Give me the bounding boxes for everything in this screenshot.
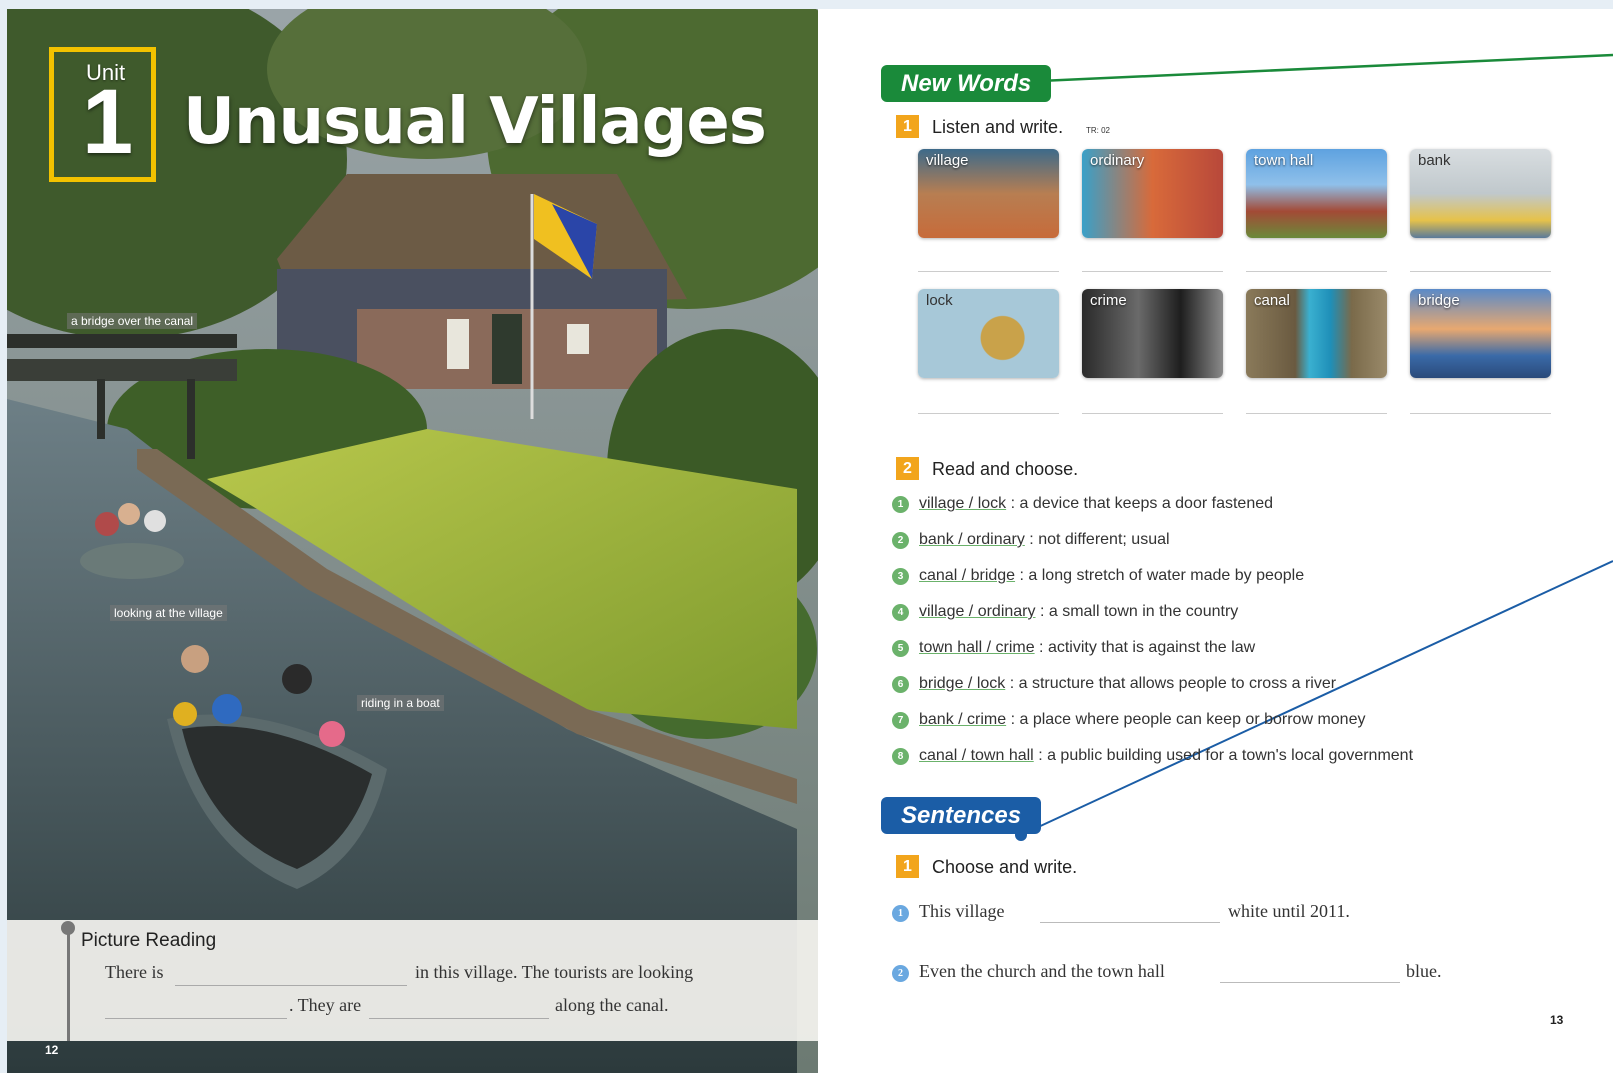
task2-title: Read and choose. [932,459,1079,479]
number-bullet-icon: 4 [892,604,909,621]
word-choice[interactable]: canal / town hall [919,747,1034,764]
thumb-label-crime: crime [1090,292,1127,309]
write-line-7[interactable] [1246,413,1387,414]
sentence-blank-1[interactable] [1040,922,1220,923]
write-line-4[interactable] [1410,271,1551,272]
word-choice[interactable]: village / ordinary [919,603,1036,620]
number-bullet-icon: 6 [892,676,909,693]
bank-photo-icon: bank [1410,149,1551,238]
thumb-label-ordinary: ordinary [1090,152,1145,169]
village-photo-icon: village [918,149,1059,238]
reading-blank-2[interactable] [105,1018,287,1019]
definition-text: : a structure that allows people to cros… [1009,675,1337,692]
task1-number: 1 [896,115,919,138]
write-line-2[interactable] [1082,271,1223,272]
page-number-left: 12 [45,1043,59,1057]
number-bullet-icon: 3 [892,568,909,585]
thumb-label-town-hall: town hall [1254,152,1314,169]
photo-label-bridge: a bridge over the canal [67,313,198,329]
number-bullet-icon: 2 [892,532,909,549]
reading-line1-end: in this village. The tourists are lookin… [415,962,694,982]
definition-item: 4 village / ordinary : a small town in th… [892,603,1238,621]
canal-photo-icon: canal [1246,289,1387,378]
right-page: New Words 1 Listen and write. TR: 02 vil… [818,9,1613,1073]
unit-title: Unusual Villages [183,85,767,159]
sentence-start: Even the church and the town hall [919,961,1165,981]
reading-line2-start: . They are [289,995,362,1015]
number-bullet-icon: 8 [892,748,909,765]
thumb-label-village: village [926,152,969,169]
number-bullet-icon: 2 [892,965,909,982]
word-choice[interactable]: bank / crime [919,711,1006,728]
reading-dot-icon [61,921,75,935]
sentence-blank-2[interactable] [1220,982,1400,983]
sentence-item: 1 This village [892,901,1004,922]
sentences-header: Sentences [881,797,1042,834]
number-bullet-icon: 5 [892,640,909,657]
definition-item: 7 bank / crime : a place where people can… [892,711,1365,729]
definition-item: 1 village / lock : a device that keeps a … [892,495,1273,513]
task3-title: Choose and write. [932,857,1078,877]
task2-number: 2 [896,457,919,480]
definition-item: 8 canal / town hall : a public building u… [892,747,1413,765]
definition-text: : activity that is against the law [1039,639,1256,656]
definition-text: : a small town in the country [1039,603,1239,620]
definition-text: : a long stretch of water made by people [1019,567,1305,584]
building-photo-icon: town hall [1246,149,1387,238]
picture-reading-title: Picture Reading [81,930,217,951]
thumb-label-lock: lock [926,292,953,309]
reading-line2-end: along the canal. [555,995,669,1015]
page-number-right: 13 [1550,1013,1564,1027]
word-choice[interactable]: village / lock [919,495,1006,512]
definition-item: 6 bridge / lock : a structure that allows… [892,675,1336,693]
number-bullet-icon: 1 [892,905,909,922]
number-bullet-icon: 7 [892,712,909,729]
photo-label-boat: riding in a boat [357,695,444,711]
padlock-photo-icon: lock [918,289,1059,378]
sentence-end: white until 2011. [1228,901,1350,921]
number-bullet-icon: 1 [892,496,909,513]
reading-rule [67,927,70,1041]
word-choice[interactable]: bank / ordinary [919,531,1025,548]
write-line-1[interactable] [918,271,1059,272]
sentence-end: blue. [1406,961,1442,981]
reading-line1-start: There is [105,962,164,982]
definition-text: : a device that keeps a door fastened [1010,495,1274,512]
new-words-header: New Words [881,65,1052,102]
word-choice[interactable]: bridge / lock [919,675,1005,692]
task3-number: 1 [896,855,919,878]
sentence-item: 2 Even the church and the town hall [892,961,1165,982]
task1-title: Listen and write. [932,117,1064,137]
thief-photo-icon: crime [1082,289,1223,378]
thumb-label-bridge: bridge [1418,292,1460,309]
write-line-5[interactable] [918,413,1059,414]
word-choice[interactable]: town hall / crime [919,639,1035,656]
thumb-label-bank: bank [1418,152,1451,169]
photo-label-village: looking at the village [110,605,227,621]
sentence-start: This village [919,901,1005,921]
definition-item: 5 town hall / crime : activity that is ag… [892,639,1255,657]
left-page: Unit 1 Unusual Villages a bridge over th… [7,9,818,1073]
definition-text: : a place where people can keep or borro… [1010,711,1366,728]
definition-item: 2 bank / ordinary : not different; usual [892,531,1170,549]
houses-photo-icon: ordinary [1082,149,1223,238]
bridge-photo-icon: bridge [1410,289,1551,378]
track-number: TR: 02 [1086,126,1111,135]
write-line-3[interactable] [1246,271,1387,272]
unit-number: 1 [82,71,134,173]
reading-blank-3[interactable] [369,1018,549,1019]
thumb-label-canal: canal [1254,292,1290,309]
unit-badge: Unit 1 [49,47,156,182]
definition-text: : a public building used for a town's lo… [1038,747,1414,764]
definition-text: : not different; usual [1029,531,1170,548]
definition-item: 3 canal / bridge : a long stretch of wate… [892,567,1304,585]
write-line-6[interactable] [1082,413,1223,414]
reading-blank-1[interactable] [175,985,407,986]
word-choice[interactable]: canal / bridge [919,567,1015,584]
write-line-8[interactable] [1410,413,1551,414]
